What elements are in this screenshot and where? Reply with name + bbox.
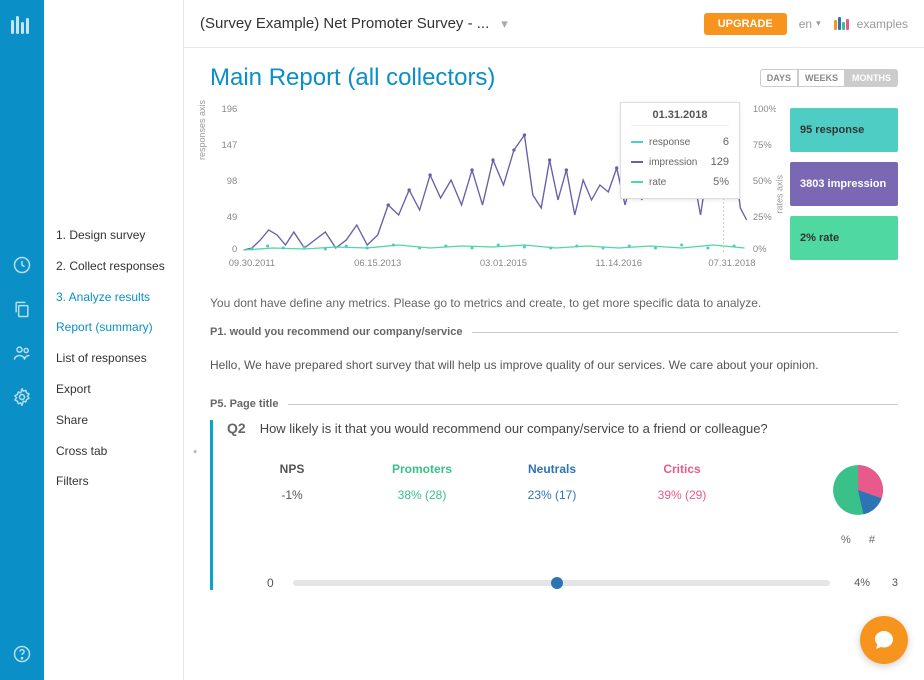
time-range-toggle: DAYS WEEKS MONTHS [760, 69, 898, 87]
svg-text:196: 196 [222, 104, 238, 114]
language-selector[interactable]: en ▾ [799, 17, 821, 31]
nps-pie-chart [830, 462, 886, 518]
survey-title[interactable]: (Survey Example) Net Promoter Survey - .… [200, 15, 489, 32]
upgrade-button[interactable]: UPGRADE [704, 13, 787, 35]
slider-start: 0 [267, 576, 279, 590]
nps-val-nps: -1% [227, 488, 357, 502]
nav-item-filters[interactable]: Filters [44, 466, 183, 497]
section-p1-body: Hello, We have prepared short survey tha… [210, 356, 898, 374]
rail-clock-icon[interactable] [0, 243, 44, 287]
nav-item-collect[interactable]: 2. Collect responses [44, 251, 183, 282]
nps-col-critics: Critics [617, 462, 747, 476]
divider [472, 332, 898, 333]
svg-text:03.01.2015: 03.01.2015 [480, 258, 527, 268]
topbar: (Survey Example) Net Promoter Survey - .… [184, 0, 924, 48]
stat-card-response[interactable]: 95 response [790, 108, 898, 152]
nav-item-report[interactable]: Report (summary) [44, 312, 183, 343]
timeseries-chart[interactable]: responses axis rates axis 196 147 98 49 … [210, 100, 776, 270]
svg-text:07.31.2018: 07.31.2018 [708, 258, 755, 268]
svg-text:50%: 50% [753, 176, 772, 186]
user-menu[interactable]: examples [833, 15, 908, 33]
nav-item-list[interactable]: List of responses [44, 343, 183, 374]
app-rail [0, 0, 44, 680]
nav-item-share[interactable]: Share [44, 405, 183, 436]
section-p1-label: P1. would you recommend our company/serv… [210, 326, 462, 338]
svg-text:0%: 0% [753, 244, 767, 254]
stat-card-rate[interactable]: 2% rate [790, 216, 898, 260]
svg-text:147: 147 [222, 140, 238, 150]
svg-text:49: 49 [227, 212, 237, 222]
slider-thumb[interactable] [551, 577, 563, 589]
nps-val-neutrals: 23% (17) [487, 488, 617, 502]
svg-text:25%: 25% [753, 212, 772, 222]
q2-text: How likely is it that you would recommen… [260, 421, 768, 436]
rail-copy-icon[interactable] [0, 287, 44, 331]
rail-settings-icon[interactable] [0, 375, 44, 419]
toggle-days[interactable]: DAYS [760, 69, 798, 87]
y-axis-left-label: responses axis [197, 100, 207, 160]
nps-col-neutrals: Neutrals [487, 462, 617, 476]
report-title: Main Report (all collectors) [210, 64, 495, 92]
stat-cards: 95 response 3803 impression 2% rate [790, 100, 898, 270]
chat-fab[interactable] [860, 616, 908, 664]
nav-item-analyze[interactable]: 3. Analyze results [44, 282, 183, 313]
svg-text:11.14.2016: 11.14.2016 [596, 258, 642, 268]
question-q2: * Q2 How likely is it that you would rec… [210, 420, 898, 590]
nps-col-nps: NPS [227, 462, 357, 476]
nav-item-design[interactable]: 1. Design survey [44, 220, 183, 251]
dropdown-caret-icon[interactable]: ▾ [501, 16, 508, 32]
nps-val-promoters: 38% (28) [357, 488, 487, 502]
chart-tooltip: 01.31.2018 response6 impression129 rate5… [620, 102, 740, 199]
y-axis-right-label: rates axis [775, 175, 785, 214]
divider [288, 404, 898, 405]
col-pct: % [841, 534, 851, 546]
nav-item-export[interactable]: Export [44, 374, 183, 405]
rail-help-icon[interactable] [0, 632, 44, 676]
metrics-note: You dont have define any metrics. Please… [210, 294, 898, 312]
toggle-weeks[interactable]: WEEKS [798, 69, 845, 87]
q2-number: Q2 [227, 420, 246, 436]
nps-slider[interactable] [293, 580, 830, 586]
svg-text:100%: 100% [753, 104, 776, 114]
toggle-months[interactable]: MONTHS [845, 69, 898, 87]
nav-item-crosstab[interactable]: Cross tab [44, 436, 183, 467]
app-logo[interactable] [8, 12, 36, 43]
nps-val-critics: 39% (29) [617, 488, 747, 502]
svg-text:06.15.2013: 06.15.2013 [354, 258, 401, 268]
tooltip-date: 01.31.2018 [631, 109, 729, 126]
nps-col-promoters: Promoters [357, 462, 487, 476]
svg-text:75%: 75% [753, 140, 772, 150]
section-p5-label: P5. Page title [210, 398, 278, 410]
svg-text:0: 0 [232, 244, 237, 254]
col-cnt: # [869, 534, 875, 546]
stat-card-impression[interactable]: 3803 impression [790, 162, 898, 206]
slider-cnt: 3 [884, 577, 898, 589]
svg-text:09.30.2011: 09.30.2011 [229, 258, 275, 268]
nav-panel: 1. Design survey 2. Collect responses 3.… [44, 0, 184, 680]
svg-text:98: 98 [227, 176, 237, 186]
slider-pct: 4% [844, 577, 870, 589]
rail-users-icon[interactable] [0, 331, 44, 375]
